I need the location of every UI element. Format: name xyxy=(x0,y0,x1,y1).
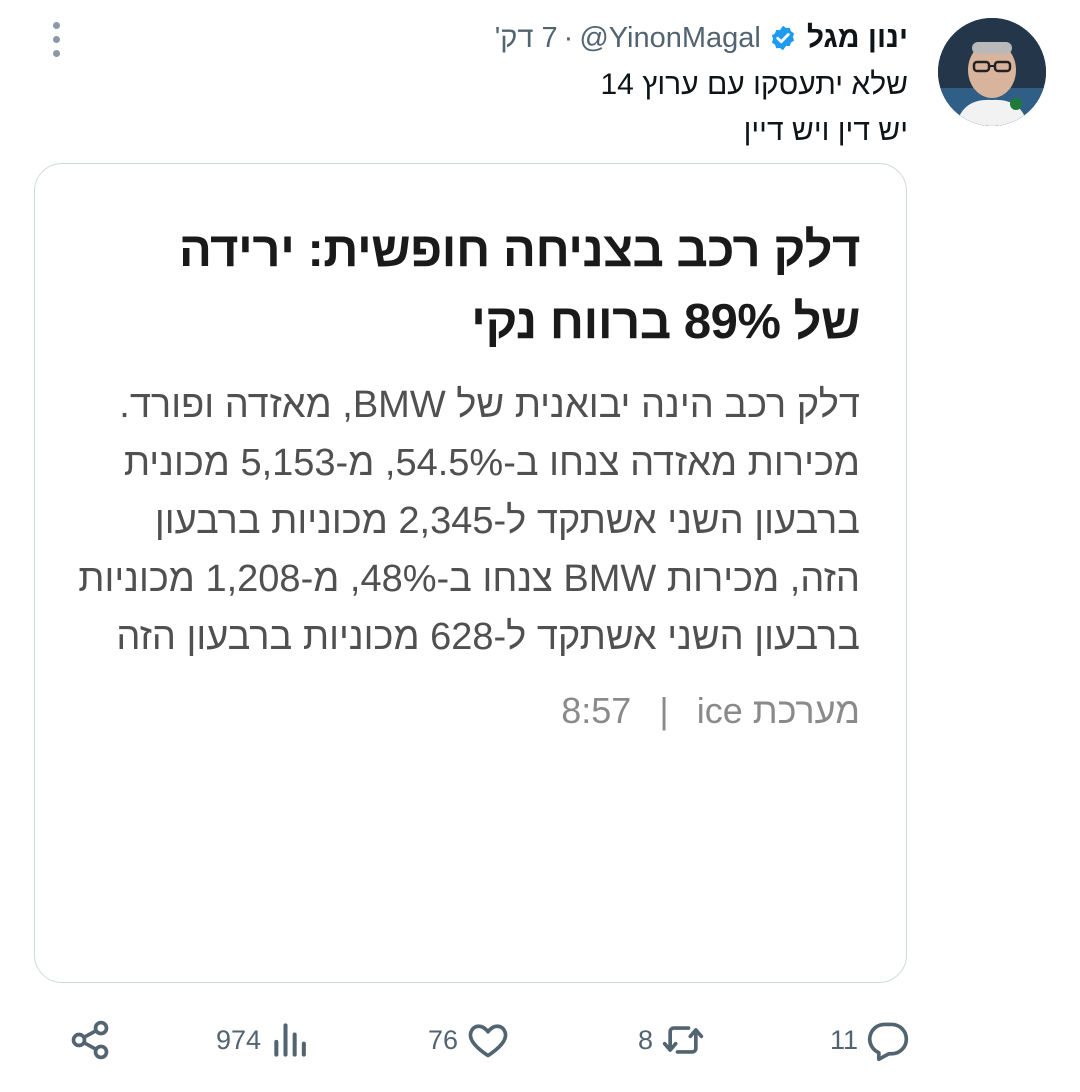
author-name[interactable]: ינון מגל xyxy=(807,21,908,55)
author-handle[interactable]: @YinonMagal xyxy=(579,22,761,55)
tweet-header: ינון מגל @YinonMagal · 7 דק' xyxy=(495,20,908,56)
verified-badge-icon xyxy=(771,25,794,51)
like-button[interactable]: 76 xyxy=(420,1018,510,1062)
card-title-line: דלק רכב בצניחה חופשית: ירידה xyxy=(178,223,861,277)
replies-count: 11 xyxy=(830,1024,859,1055)
heart-icon xyxy=(468,1024,508,1058)
card-meta: מערכת ice | 8:57 xyxy=(75,690,860,732)
header-separator: · xyxy=(563,21,574,54)
action-bar: 974 76 8 11 xyxy=(0,1010,1080,1076)
views-count: 974 xyxy=(216,1024,262,1055)
tweet-timestamp[interactable]: 7 דק' xyxy=(495,22,558,55)
views-icon xyxy=(274,1023,306,1057)
card-title-line: של 89% ברווח נקי xyxy=(471,295,860,349)
retweet-button[interactable]: 8 xyxy=(630,1018,705,1062)
card-divider: | xyxy=(659,690,669,731)
tweet-line: יש דין ויש דיין xyxy=(743,114,908,147)
reply-icon xyxy=(867,1022,909,1062)
avatar[interactable] xyxy=(938,18,1046,126)
reply-button[interactable]: 11 xyxy=(822,1018,910,1062)
likes-count: 76 xyxy=(428,1024,459,1055)
retweets-count: 8 xyxy=(638,1024,654,1055)
tweet-text: שלא יתעסקו עם ערוץ 14 יש דין ויש דיין xyxy=(601,62,909,154)
card-time: 8:57 xyxy=(561,690,632,731)
media-card[interactable]: דלק רכב בצניחה חופשית: ירידה של 89% ברוו… xyxy=(34,163,907,983)
share-button[interactable] xyxy=(68,1018,112,1062)
card-title: דלק רכב בצניחה חופשית: ירידה של 89% ברוו… xyxy=(75,214,861,358)
more-options-icon[interactable] xyxy=(44,22,68,62)
card-body: דלק רכב הינה יבואנית של BMW, מאזדה ופורד… xyxy=(78,384,860,658)
retweet-icon xyxy=(662,1026,704,1054)
share-icon xyxy=(71,1020,109,1060)
card-source: מערכת ice xyxy=(696,690,860,731)
views-button[interactable]: 974 xyxy=(208,1018,313,1062)
avatar-image xyxy=(938,18,1046,126)
tweet-line: שלא יתעסקו עם ערוץ 14 xyxy=(600,68,909,101)
